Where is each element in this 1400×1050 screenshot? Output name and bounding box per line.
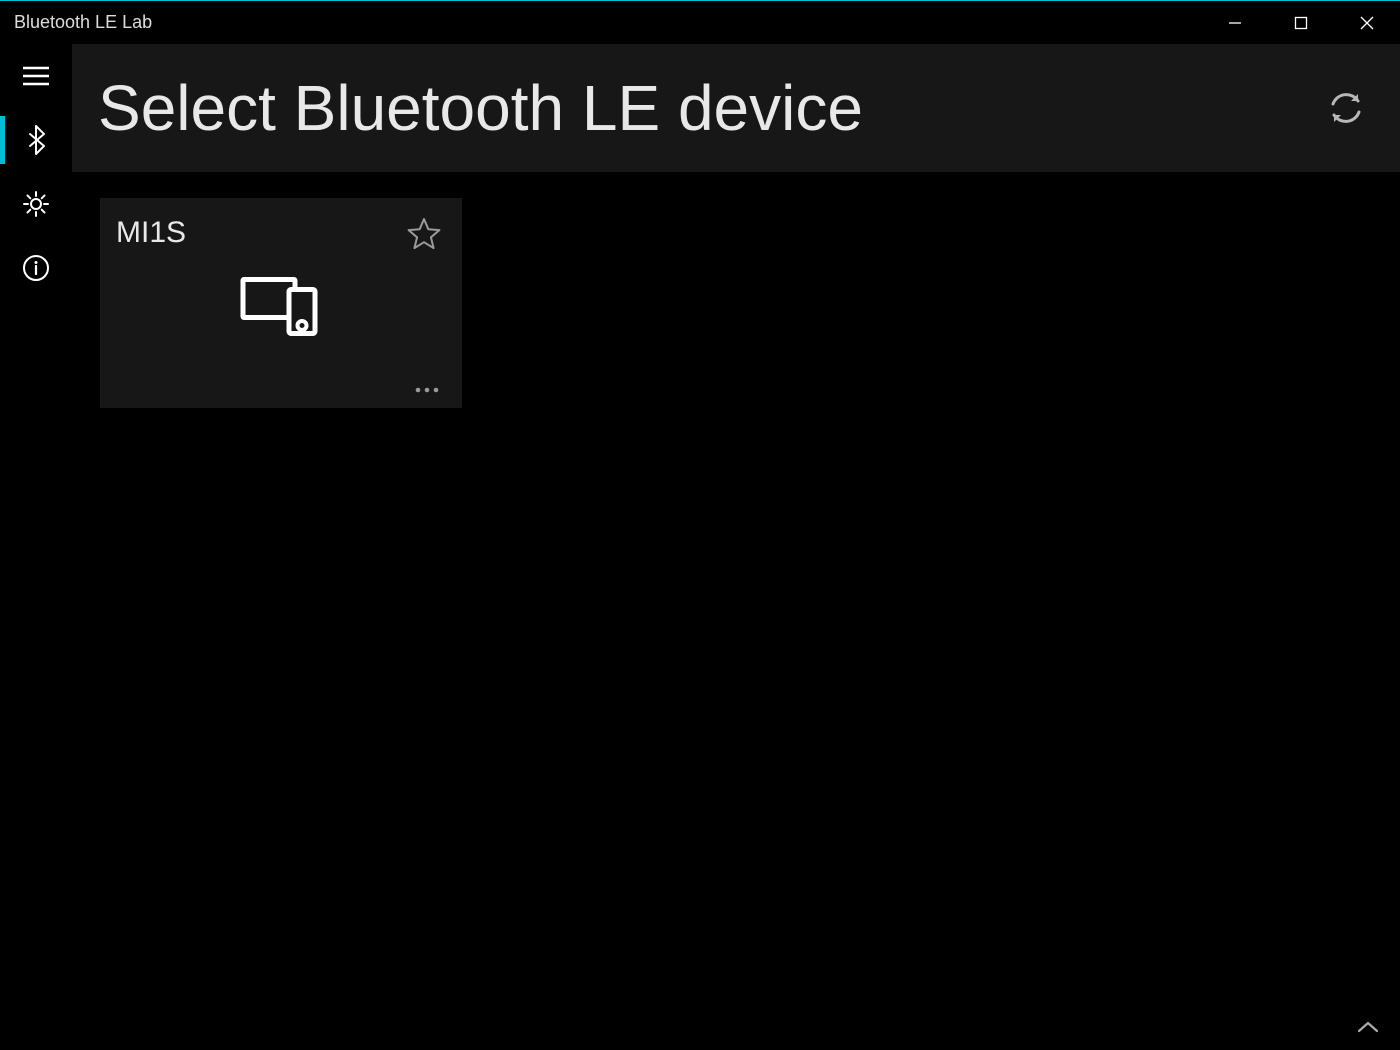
titlebar: Bluetooth LE Lab <box>0 0 1400 44</box>
ellipsis-icon <box>414 386 440 394</box>
sidebar-item-menu[interactable] <box>0 44 72 108</box>
close-icon <box>1359 15 1375 31</box>
sidebar-item-info[interactable] <box>0 236 72 300</box>
minimize-icon <box>1228 16 1242 30</box>
expand-button[interactable] <box>1356 1019 1380 1040</box>
sidebar-item-bluetooth[interactable] <box>0 108 72 172</box>
refresh-button[interactable] <box>1322 84 1370 132</box>
device-card[interactable]: MI1S <box>100 198 462 408</box>
sidebar-item-settings[interactable] <box>0 172 72 236</box>
page-title: Select Bluetooth LE device <box>98 71 863 145</box>
device-type-icon <box>239 272 323 347</box>
info-icon <box>22 254 50 282</box>
star-icon <box>406 216 442 252</box>
gear-icon <box>21 189 51 219</box>
device-more-button[interactable] <box>414 381 440 394</box>
chevron-up-icon <box>1356 1019 1380 1035</box>
favorite-button[interactable] <box>406 216 442 257</box>
close-button[interactable] <box>1334 1 1400 44</box>
window-controls <box>1202 1 1400 44</box>
maximize-button[interactable] <box>1268 1 1334 44</box>
hamburger-icon <box>21 65 51 87</box>
bluetooth-icon <box>26 124 46 156</box>
devices-icon <box>239 272 323 342</box>
device-grid: MI1S <box>72 172 1400 1050</box>
window-title: Bluetooth LE Lab <box>14 12 152 33</box>
maximize-icon <box>1294 16 1308 30</box>
minimize-button[interactable] <box>1202 1 1268 44</box>
page-header: Select Bluetooth LE device <box>72 44 1400 172</box>
sidebar <box>0 44 72 1050</box>
device-name-label: MI1S <box>116 216 186 250</box>
refresh-icon <box>1327 89 1365 127</box>
